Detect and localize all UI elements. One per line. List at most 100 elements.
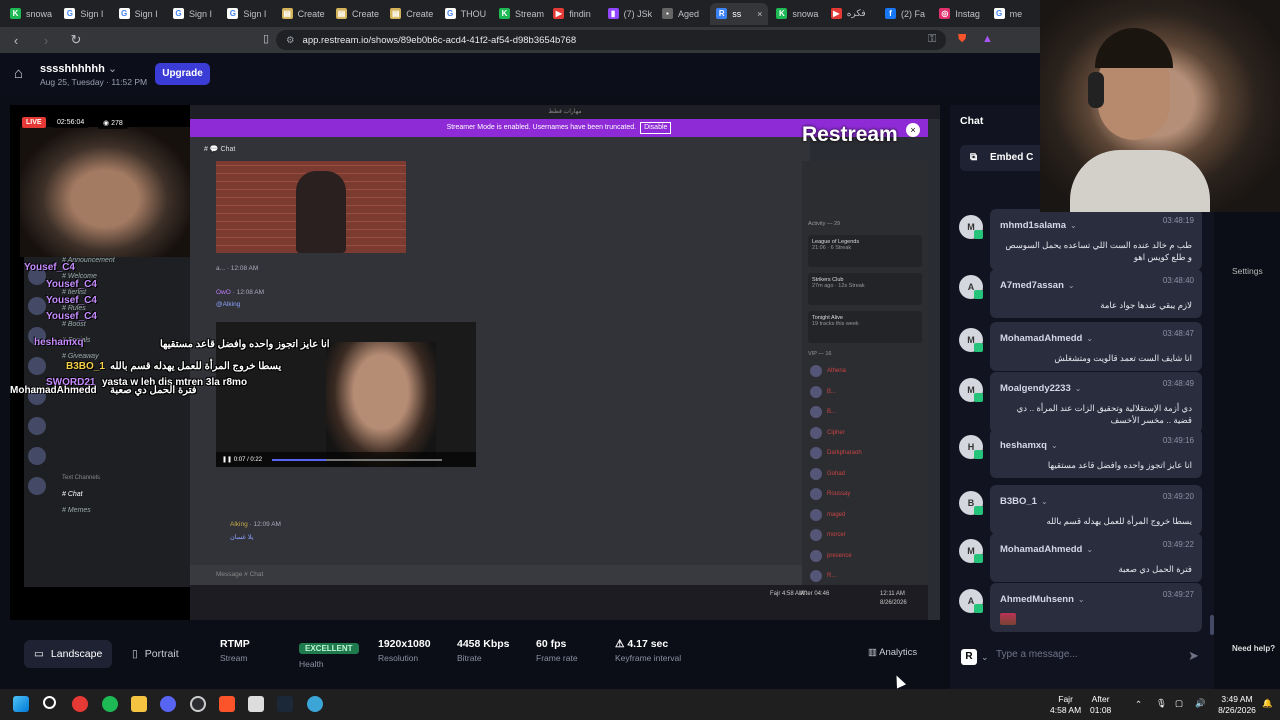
chevron-down-icon[interactable]: ⌄: [1075, 384, 1082, 393]
microphone-icon[interactable]: 🎙: [1156, 698, 1167, 709]
brave-rewards-icon[interactable]: ▲: [982, 33, 993, 45]
site-info-icon[interactable]: ⚙: [286, 35, 295, 46]
chevron-down-icon[interactable]: ⌄: [1086, 545, 1093, 554]
chevron-up-icon[interactable]: ⌃: [1135, 699, 1142, 710]
portrait-toggle[interactable]: ▯ Portrait: [122, 640, 189, 668]
chevron-down-icon[interactable]: ⌄: [1051, 441, 1058, 450]
chat-username[interactable]: mhmd1salama: [1000, 220, 1066, 231]
chat-text: يسطا خروج المرأة للعمل يهدله قسم بالله: [1046, 516, 1192, 526]
tab-favicon-icon: G: [118, 8, 130, 19]
back-icon[interactable]: ‹: [6, 33, 26, 48]
password-icon[interactable]: ⚿: [928, 33, 936, 46]
notepad-icon[interactable]: [248, 696, 264, 712]
avatar[interactable]: M: [959, 215, 983, 239]
browser-tab[interactable]: Gme: [988, 3, 1040, 25]
viewer-count: ◉ 278: [98, 117, 128, 129]
home-icon[interactable]: ⌂: [14, 65, 23, 82]
browser-tab[interactable]: ▶ فكره: [825, 3, 877, 25]
avatar[interactable]: H: [959, 435, 983, 459]
spotify-icon[interactable]: [102, 696, 118, 712]
tab-favicon-icon: ▤: [335, 8, 347, 19]
recorder-icon[interactable]: [72, 696, 88, 712]
browser-tab[interactable]: K Stream: [493, 3, 545, 25]
forward-icon[interactable]: ›: [36, 33, 56, 48]
browser-tab[interactable]: G Sign I: [167, 3, 219, 25]
chevron-down-icon[interactable]: ⌄: [1086, 334, 1093, 343]
overlay-chat-username: heshamxq: [34, 337, 84, 348]
brave-icon[interactable]: [219, 696, 235, 712]
reload-icon[interactable]: ↻: [66, 32, 86, 48]
chevron-down-icon[interactable]: ⌄: [981, 652, 989, 663]
browser-tab[interactable]: ▶ findin: [547, 3, 599, 25]
show-title[interactable]: sssshhhhhh ⌄: [40, 62, 117, 75]
steam-icon[interactable]: [277, 696, 293, 712]
tab-label: findin: [569, 8, 591, 19]
search-icon[interactable]: [43, 696, 56, 709]
upgrade-button[interactable]: Upgrade: [155, 63, 210, 85]
browser-tab[interactable]: ▮ (7) JSk: [602, 3, 654, 25]
discord-message: a... · 12:08 AM: [216, 265, 259, 272]
keyframe-stat: ⚠ 4.17 sec Keyframe interval: [615, 638, 682, 663]
avatar[interactable]: B: [959, 491, 983, 515]
chevron-down-icon[interactable]: ⌄: [1068, 281, 1075, 290]
address-bar[interactable]: ⚙ app.restream.io/shows/89eb0b6c-acd4-41…: [276, 30, 946, 50]
avatar[interactable]: A: [959, 589, 983, 613]
brave-shield-icon[interactable]: ⛊: [958, 33, 966, 46]
show-date: Aug 25, Tuesday · 11:52 PM: [40, 77, 148, 87]
avatar[interactable]: A: [959, 275, 983, 299]
chat-text: دي أزمة الإستقلالية وتحقيق الزات عند الم…: [1016, 403, 1192, 425]
browser-tab[interactable]: Ksnowa: [4, 3, 56, 25]
settings-label[interactable]: Settings: [1232, 266, 1263, 276]
chat-username[interactable]: heshamxq: [1000, 440, 1047, 451]
windows-start-icon[interactable]: [13, 696, 29, 712]
browser-tab[interactable]: ◎ Instag: [933, 3, 985, 25]
browser-tab[interactable]: ▤ Create: [330, 3, 382, 25]
browser-tab[interactable]: ▤ Create: [384, 3, 436, 25]
chevron-down-icon[interactable]: ⌄: [1070, 221, 1077, 230]
browser-tab[interactable]: ▤ Create: [276, 3, 328, 25]
browser-tab[interactable]: G THOU: [439, 3, 491, 25]
vip-label: VIP — 16: [808, 351, 832, 357]
overlay-chat-username: Yousef_C4: [46, 279, 97, 290]
chat-username[interactable]: A7med7assan: [1000, 280, 1064, 291]
tab-favicon-icon: ▶: [830, 8, 842, 19]
analytics-button[interactable]: ▥ Analytics: [868, 647, 917, 658]
tab-favicon-icon: G: [172, 8, 184, 19]
browser-tab[interactable]: Rss ×: [710, 2, 769, 25]
chevron-down-icon[interactable]: ⌄: [1078, 595, 1085, 604]
restream-logo[interactable]: R: [961, 649, 977, 665]
chat-username[interactable]: AhmedMuhsenn: [1000, 594, 1074, 605]
send-icon[interactable]: ➤: [1188, 648, 1199, 664]
browser-tab[interactable]: ▪ Aged: [656, 3, 708, 25]
app-icon[interactable]: [307, 696, 323, 712]
chat-input[interactable]: Type a message...: [996, 649, 1078, 660]
landscape-toggle[interactable]: ▭ Landscape: [24, 640, 113, 668]
file-explorer-icon[interactable]: [131, 696, 147, 712]
volume-icon[interactable]: 🔊: [1195, 698, 1206, 709]
browser-tab[interactable]: G Sign I: [113, 3, 165, 25]
avatar[interactable]: M: [959, 378, 983, 402]
obs-icon[interactable]: [190, 696, 206, 712]
chat-username[interactable]: Moalgendy2233: [1000, 383, 1071, 394]
url-text: app.restream.io/shows/89eb0b6c-acd4-41f2…: [302, 34, 577, 46]
need-help-button[interactable]: Need help?: [1232, 644, 1275, 654]
browser-tab[interactable]: Ksnowa: [770, 3, 822, 25]
chat-scrollbar[interactable]: [1210, 615, 1214, 635]
notification-icon[interactable]: 🔔: [1262, 698, 1273, 709]
avatar[interactable]: M: [959, 539, 983, 563]
tab-favicon-icon: ▤: [390, 8, 402, 19]
chat-username[interactable]: MohamadAhmedd: [1000, 333, 1082, 344]
browser-tab[interactable]: G Sign I: [221, 3, 273, 25]
chevron-down-icon[interactable]: ⌄: [1041, 497, 1048, 506]
chat-username[interactable]: MohamadAhmedd: [1000, 544, 1082, 555]
tab-close-icon[interactable]: ×: [757, 9, 762, 19]
browser-tab[interactable]: G Sign I: [58, 3, 110, 25]
discord-icon[interactable]: [160, 696, 176, 712]
clock[interactable]: 3:49 AM 8/26/2026: [1212, 694, 1262, 716]
chat-username[interactable]: B3BO_1: [1000, 496, 1037, 507]
network-icon[interactable]: ▢: [1175, 698, 1183, 709]
avatar[interactable]: M: [959, 328, 983, 352]
chat-bubble: Moalgendy2233 ⌄ 03:48:49 دي أزمة الإستقلالي…: [990, 372, 1202, 433]
browser-tab[interactable]: f (2) Fa: [879, 3, 931, 25]
bookmark-icon[interactable]: ▯: [256, 32, 276, 45]
